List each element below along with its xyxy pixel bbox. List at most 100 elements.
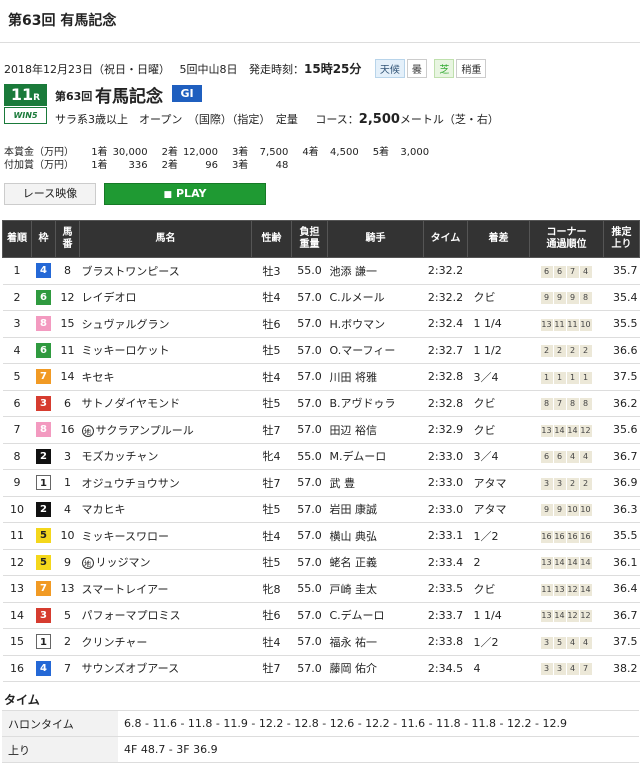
corner-cell: 3347 [529, 655, 604, 682]
horse-name-link[interactable]: ブラストワンピース [82, 265, 180, 278]
furlong-times: 6.8 - 11.6 - 11.8 - 11.9 - 12.2 - 12.8 -… [118, 710, 639, 737]
time-cell: 2:33.8 [423, 628, 468, 656]
corner-position: 8 [579, 398, 592, 411]
horse-name-link[interactable]: オジュウチョウサン [82, 477, 180, 490]
jockey-cell[interactable]: H.ボウマン [327, 310, 424, 338]
horse-name-link[interactable]: シュヴァルグラン [82, 318, 170, 331]
corner-position: 10 [579, 504, 592, 517]
jockey-cell[interactable]: M.デムーロ [327, 443, 424, 470]
table-row: 13 7 13 スマートレイアー 牝8 55.0 戸崎 圭太 2:33.5 クビ 11 13 12 14… [2, 575, 640, 603]
race-edition: 第63回 [55, 90, 93, 103]
waku-cell: 8 [31, 416, 56, 444]
corner-position: 12 [566, 610, 579, 623]
horse-name-cell[interactable]: ブラストワンピース [79, 257, 252, 285]
jockey-cell[interactable]: B.アヴドゥラ [327, 390, 424, 417]
horse-name-link[interactable]: サトノダイヤモンド [82, 397, 181, 410]
jockey-cell[interactable]: C.ルメール [327, 284, 424, 311]
jockey-cell[interactable]: 福永 祐一 [327, 628, 424, 656]
table-row: 10 2 4 マカヒキ 牡5 57.0 岩田 康誠 2:33.0 アタマ 9 9 10 10 36.3 [2, 496, 640, 523]
horse-name-link[interactable]: ミッキーロケット [82, 344, 170, 357]
horse-name-link[interactable]: クリンチャー [82, 636, 148, 649]
corner-position: 3 [540, 477, 553, 490]
horse-name-cell[interactable]: マカヒキ [79, 496, 252, 523]
header-rank: 着順 [2, 220, 32, 258]
horse-name-link[interactable]: スマートレイアー [82, 583, 169, 596]
horse-name-cell[interactable]: シュヴァルグラン [79, 310, 252, 338]
horse-name-cell[interactable]: クリンチャー [79, 628, 252, 656]
horse-name-cell[interactable]: 地リッジマン [79, 549, 252, 576]
horse-name-link[interactable]: レイデオロ [82, 291, 137, 304]
jockey-cell[interactable]: 横山 典弘 [327, 522, 424, 550]
horse-number-cell: 3 [55, 443, 80, 470]
final-row: 上り 4F 48.7 - 3F 36.9 [2, 736, 639, 763]
corner-position: 4 [566, 451, 579, 464]
timing-table: ハロンタイム 6.8 - 11.6 - 11.8 - 11.9 - 12.2 -… [2, 710, 639, 763]
jockey-cell[interactable]: 川田 将雅 [327, 363, 424, 391]
waku-badge: 7 [36, 581, 51, 597]
waku-cell: 4 [31, 655, 56, 682]
time-cell: 2:32.9 [423, 416, 468, 444]
horse-name-cell[interactable]: パフォーマプロミス [79, 602, 252, 629]
horse-name-link[interactable]: サウンズオブアース [82, 662, 180, 675]
corner-position: 13 [540, 318, 553, 331]
corner-position: 3 [553, 477, 566, 490]
horse-number-cell: 11 [55, 337, 80, 364]
time-cell: 2:33.0 [423, 469, 468, 497]
corner-position: 10 [566, 504, 579, 517]
play-button[interactable]: ■ PLAY [104, 183, 266, 205]
horse-name-link[interactable]: キセキ [82, 371, 115, 384]
horse-name-cell[interactable]: レイデオロ [79, 284, 252, 311]
corner-cell: 3322 [529, 469, 604, 497]
waku-badge: 2 [36, 501, 51, 517]
waku-badge: 2 [36, 448, 51, 464]
corner-position: 9 [540, 292, 553, 305]
horse-name-cell[interactable]: キセキ [79, 363, 252, 391]
jockey-cell[interactable]: C.デムーロ [327, 602, 424, 629]
horse-name-link[interactable]: モズカッチャン [82, 450, 159, 463]
corner-position: 4 [579, 636, 592, 649]
horse-name-cell[interactable]: サトノダイヤモンド [79, 390, 252, 417]
weight-cell: 57.0 [291, 628, 328, 656]
horse-number-cell: 16 [55, 416, 80, 444]
jockey-cell[interactable]: 岩田 康誠 [327, 496, 424, 523]
horse-name-link[interactable]: マカヒキ [82, 503, 126, 516]
jockey-cell[interactable]: 田辺 裕信 [327, 416, 424, 444]
corner-position: 13 [540, 424, 553, 437]
corner-position: 13 [540, 557, 553, 570]
horse-name-link[interactable]: パフォーマプロミス [82, 609, 181, 622]
horse-name-cell[interactable]: オジュウチョウサン [79, 469, 252, 497]
jockey-cell[interactable]: 戸崎 圭太 [327, 575, 424, 603]
corner-position: 9 [566, 292, 579, 305]
jockey-cell[interactable]: 池添 謙一 [327, 257, 424, 285]
race-conditions: サラ系3歳以上 オープン （国際）（指定） 定量 コース：2,500メートル（芝… [55, 112, 499, 127]
corner-cell: 1111 [529, 363, 604, 391]
horse-name-link[interactable]: サクラアンプルール [96, 424, 194, 437]
last3f-cell: 36.2 [603, 390, 640, 417]
horse-number-cell: 4 [55, 496, 80, 523]
horse-name-cell[interactable]: サウンズオブアース [79, 655, 252, 682]
horse-name-cell[interactable]: スマートレイアー [79, 575, 252, 603]
horse-number-cell: 9 [55, 549, 80, 576]
horse-name-cell[interactable]: ミッキーロケット [79, 337, 252, 364]
corner-position: 3 [540, 636, 553, 649]
horse-name-cell[interactable]: モズカッチャン [79, 443, 252, 470]
corner-position: 7 [553, 398, 566, 411]
corner-position: 1 [540, 371, 553, 384]
corner-position: 8 [579, 292, 592, 305]
horse-name-link[interactable]: リッジマン [96, 556, 151, 569]
jockey-cell[interactable]: 武 豊 [327, 469, 424, 497]
horse-name-cell[interactable]: ミッキースワロー [79, 522, 252, 550]
jockey-cell[interactable]: 蛯名 正義 [327, 549, 424, 576]
corner-position: 3 [553, 663, 566, 676]
timing-title: タイム [4, 693, 40, 707]
jockey-cell[interactable]: O.マーフィー [327, 337, 424, 364]
time-cell: 2:34.5 [423, 655, 468, 682]
sex-age-cell: 牡4 [251, 363, 292, 391]
margin-cell: 1 1/2 [467, 337, 530, 364]
race-video-button[interactable]: レース映像 [4, 183, 96, 205]
horse-name-cell[interactable]: 地サクラアンプルール [79, 416, 252, 444]
horse-name-link[interactable]: ミッキースワロー [82, 530, 169, 543]
corner-position: 1 [553, 371, 566, 384]
margin-cell: クビ [467, 284, 530, 311]
jockey-cell[interactable]: 藤岡 佑介 [327, 655, 424, 682]
